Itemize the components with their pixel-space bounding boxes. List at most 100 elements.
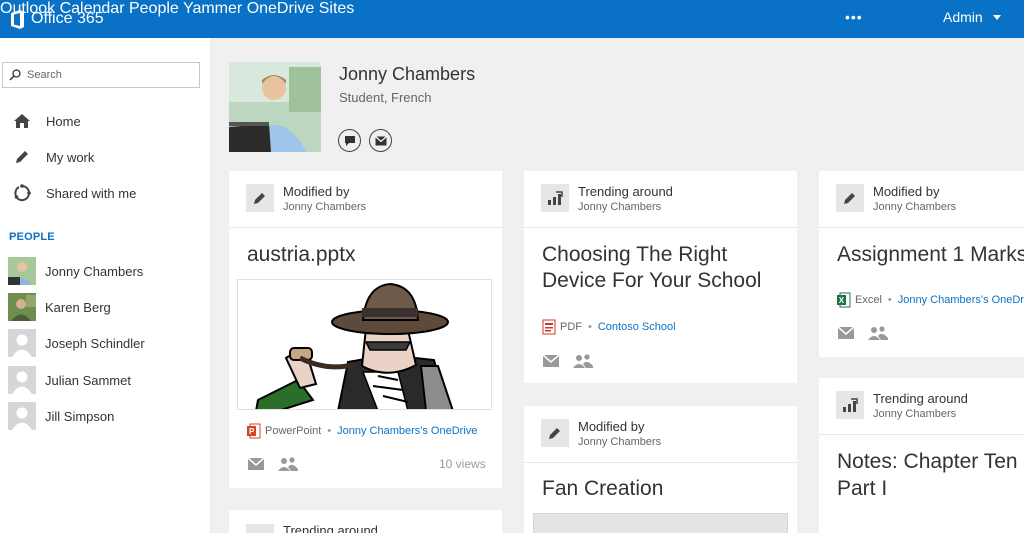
user-menu[interactable]: Admin [943,9,1001,25]
activity-label: Trending around [283,523,378,533]
activity-label: Trending around [578,184,673,199]
search-input[interactable] [27,69,187,81]
people-icon[interactable] [278,457,298,471]
default-avatar-icon [8,329,36,357]
document-meta: PDF • Contoso School [542,319,676,335]
activity-person: Jonny Chambers [873,201,957,213]
user-name: Admin [943,9,983,25]
source-link[interactable]: Jonny Chambers's OneDrive [898,294,1024,306]
sidebar-item-shared-with-me[interactable]: Shared with me [12,183,136,203]
activity-person: Jonny Chambers [578,201,662,213]
activity-person: Jonny Chambers [578,436,662,448]
more-apps-button[interactable]: ••• [845,9,863,25]
pencil-icon [836,184,864,212]
mail-icon[interactable] [838,327,854,339]
pencil-icon [12,147,32,167]
document-preview[interactable] [533,513,788,533]
source-link[interactable]: Contoso School [598,321,676,333]
document-card[interactable]: Modified by Jonny Chambers Assignment 1 … [819,171,1024,357]
search-icon [9,69,21,81]
activity-label: Trending around [873,391,968,406]
sidebar-item-home[interactable]: Home [12,111,81,131]
trending-icon [836,391,864,419]
sidebar: Home My work Shared with me PEOPLE Jonny… [0,38,210,533]
card-header: Trending around Jonny Chambers [524,171,797,228]
search-box[interactable] [2,62,200,88]
brand-name: Office 365 [31,10,104,27]
card-actions [543,354,593,368]
document-meta: P PowerPoint • Jonny Chambers's OneDrive [247,423,477,439]
pencil-icon [541,419,569,447]
powerpoint-icon: P [247,423,261,439]
sidebar-item-my-work[interactable]: My work [12,147,94,167]
activity-person: Jonny Chambers [873,408,957,420]
pdf-icon [542,319,556,335]
document-title[interactable]: austria.pptx [247,241,356,268]
activity-person: Jonny Chambers [283,201,367,213]
person-name: Joseph Schindler [45,335,145,351]
person-name: Jill Simpson [45,408,115,424]
office365-brand[interactable]: Office 365 [10,7,104,31]
nav-yammer[interactable]: Yammer [183,0,242,17]
nav-people[interactable]: People [129,0,179,17]
chat-bubble-icon [344,135,355,146]
top-bar: Office 365 Outlook Calendar People Yamme… [0,0,1024,38]
source-link[interactable]: Jonny Chambers's OneDrive [337,425,477,437]
document-title-line-1[interactable]: Choosing The Right [542,241,727,268]
file-type: Excel [855,294,882,306]
card-header: Trending around Jonny Chambers [819,378,1024,435]
default-avatar-icon [8,402,36,430]
card-header: Modified by Jonny Chambers [229,171,502,228]
svg-text:P: P [249,427,255,436]
email-button[interactable] [369,129,392,152]
document-preview[interactable] [237,279,492,410]
person-joseph-schindler[interactable]: Joseph Schindler [8,329,145,357]
home-icon [12,111,32,131]
document-card[interactable]: Modified by Jonny Chambers Fan Creation [524,406,797,533]
document-title[interactable]: Assignment 1 Marks [837,241,1024,268]
office-logo-icon [11,9,24,29]
document-meta: X Excel • Jonny Chambers's OneDrive [837,292,1024,308]
document-title-line-2[interactable]: Part I [837,475,887,502]
avatar [8,257,36,285]
document-title[interactable]: Fan Creation [542,475,663,502]
person-jonny-chambers[interactable]: Jonny Chambers [8,257,143,285]
nav-sites[interactable]: Sites [319,0,355,17]
document-title-line-1[interactable]: Notes: Chapter Ten [837,448,1018,475]
svg-text:X: X [839,296,845,305]
document-card[interactable]: Trending around Jonny Chambers Choosing … [524,171,797,383]
card-actions [248,457,298,471]
person-name: Julian Sammet [45,372,131,388]
person-jill-simpson[interactable]: Jill Simpson [8,402,114,430]
nav-onedrive[interactable]: OneDrive [247,0,315,17]
profile-name: Jonny Chambers [339,64,476,84]
file-type: PowerPoint [265,425,322,437]
separator-dot: • [588,321,592,333]
card-header: Modified by Jonny Chambers [524,406,797,463]
file-type: PDF [560,321,582,333]
document-card[interactable]: Trending around Jonny Chambers Notes: Ch… [819,378,1024,533]
people-icon[interactable] [868,326,888,340]
person-karen-berg[interactable]: Karen Berg [8,293,111,321]
trending-icon [541,184,569,212]
mail-icon[interactable] [248,458,264,470]
person-julian-sammet[interactable]: Julian Sammet [8,366,131,394]
chevron-down-icon [992,15,1001,20]
document-title-line-2[interactable]: Device For Your School [542,267,761,294]
chat-button[interactable] [338,129,361,152]
person-name: Jonny Chambers [45,263,144,279]
profile-photo [229,62,321,152]
card-header: Modified by Jonny Chambers [819,171,1024,228]
mail-icon [374,135,387,145]
card-actions [838,326,888,340]
people-icon[interactable] [573,354,593,368]
pencil-icon [246,184,274,212]
document-card[interactable]: Trending around [229,510,502,533]
trending-icon [246,524,274,533]
sidebar-item-label: Home [46,113,81,129]
default-avatar-icon [8,366,36,394]
activity-label: Modified by [578,419,645,434]
mail-icon[interactable] [543,355,559,367]
document-card[interactable]: Modified by Jonny Chambers austria.pptx … [229,171,502,488]
excel-icon: X [837,292,851,308]
